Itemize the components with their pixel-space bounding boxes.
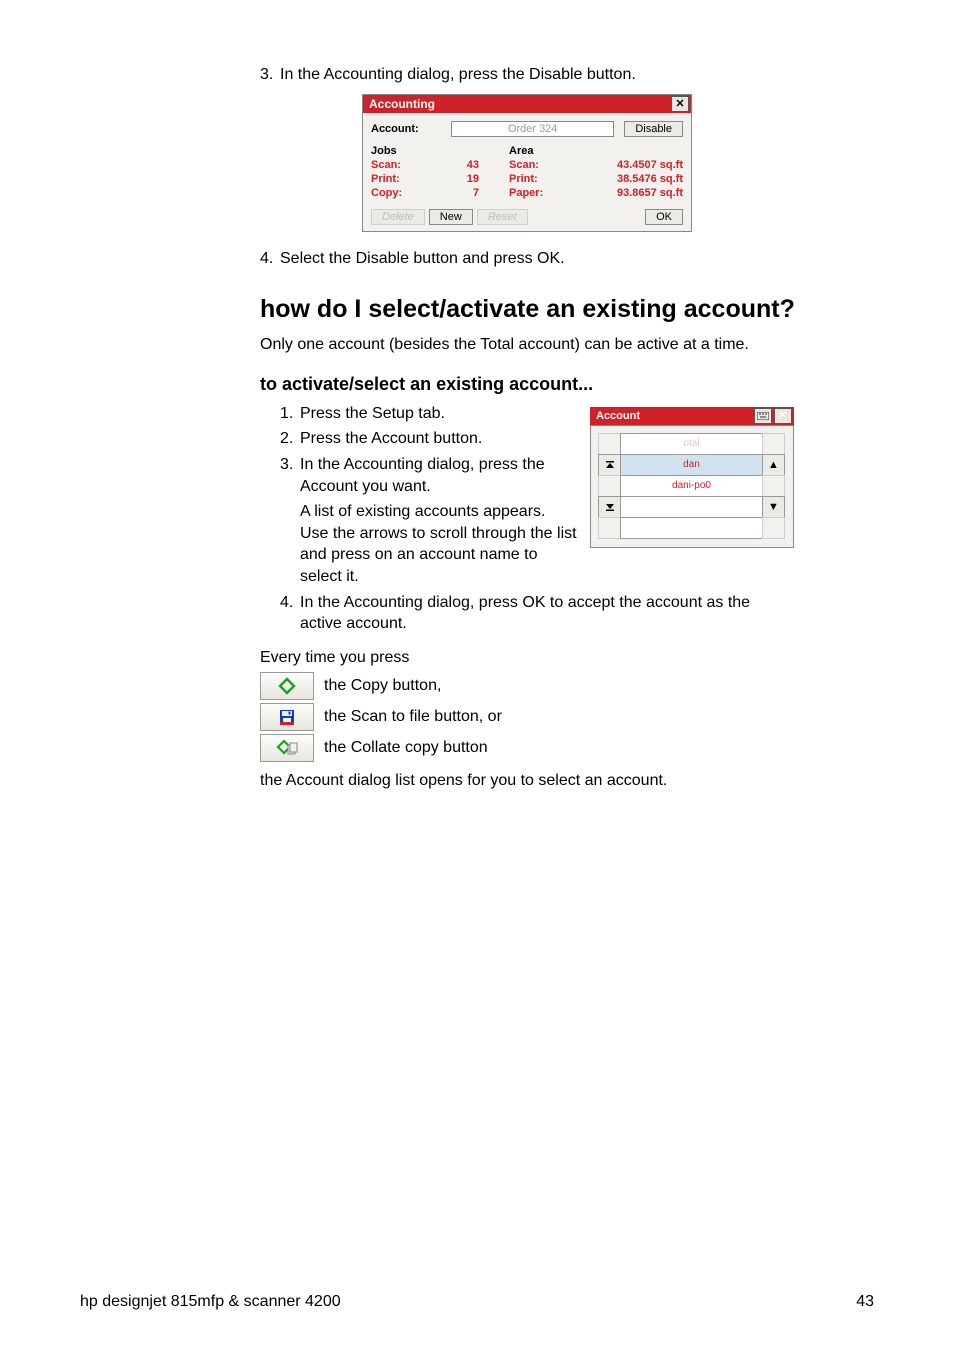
footer-left: hp designjet 815mfp & scanner 4200	[80, 1293, 341, 1311]
scan-area-label: Scan:	[509, 159, 563, 171]
close-icon[interactable]: ✕	[774, 408, 792, 424]
scroll-up-icon[interactable]: ▲	[762, 454, 785, 476]
step-number: 3.	[280, 454, 300, 588]
account-label: Account:	[371, 123, 441, 135]
picker-side-empty	[762, 475, 785, 497]
picker-item[interactable]: otal	[620, 433, 763, 455]
diamond-stack-icon	[276, 739, 298, 757]
print-area-value: 38.5476 sq.ft	[593, 173, 683, 185]
step-text: Press the Account button.	[300, 428, 578, 450]
print-label: Print:	[371, 173, 425, 185]
paper-area-value: 93.8657 sq.ft	[593, 187, 683, 199]
step-text: Select the Disable button and press OK.	[280, 248, 794, 270]
copy-button-label: the Copy button,	[324, 677, 441, 695]
ok-button[interactable]: OK	[645, 209, 683, 225]
print-jobs-value: 19	[455, 173, 479, 185]
picker-item-selected[interactable]: dan	[620, 454, 763, 476]
step-number: 2.	[280, 428, 300, 450]
copy-jobs-value: 7	[455, 187, 479, 199]
diamond-icon	[278, 677, 296, 695]
keyboard-icon[interactable]	[754, 408, 772, 424]
picker-side-empty	[598, 517, 621, 539]
top-steps-list: 3. In the Accounting dialog, press the D…	[260, 64, 794, 86]
reset-button: Reset	[477, 209, 528, 225]
scan-area-value: 43.4507 sq.ft	[593, 159, 683, 171]
step-text: In the Accounting dialog, press OK to ac…	[300, 592, 794, 635]
top-steps-list-cont: 4. Select the Disable button and press O…	[260, 248, 794, 270]
section-heading: how do I select/activate an existing acc…	[260, 295, 874, 324]
area-header: Area	[509, 145, 563, 157]
account-value-field[interactable]: Order 324	[451, 121, 614, 137]
delete-button: Delete	[371, 209, 425, 225]
disable-button[interactable]: Disable	[624, 121, 683, 137]
picker-side-empty	[762, 433, 785, 455]
jobs-header: Jobs	[371, 145, 425, 157]
step-number: 4.	[260, 248, 280, 270]
floppy-disk-icon	[278, 708, 296, 726]
sub-heading: to activate/select an existing account..…	[260, 374, 794, 395]
closing-text: the Account dialog list opens for you to…	[260, 770, 794, 792]
collate-copy-button[interactable]	[260, 734, 314, 762]
print-area-label: Print:	[509, 173, 563, 185]
scan-to-file-button[interactable]	[260, 703, 314, 731]
paper-label: Paper:	[509, 187, 563, 199]
step-text: In the Accounting dialog, press the Disa…	[280, 64, 794, 86]
page-footer: hp designjet 815mfp & scanner 4200 43	[80, 1293, 874, 1311]
account-picker-title: Account	[596, 410, 640, 422]
copy-button-example: the Copy button,	[260, 672, 794, 700]
copy-label: Copy:	[371, 187, 425, 199]
accounting-dialog-titlebar: Accounting ✕	[363, 95, 691, 113]
step-number: 3.	[260, 64, 280, 86]
accounting-dialog-title: Accounting	[369, 97, 435, 111]
scroll-bottom-icon[interactable]	[598, 496, 621, 518]
picker-side-empty	[598, 475, 621, 497]
scroll-top-icon[interactable]	[598, 454, 621, 476]
step-text: Press the Setup tab.	[300, 403, 578, 425]
scroll-down-icon[interactable]: ▼	[762, 496, 785, 518]
close-icon[interactable]: ✕	[671, 96, 689, 112]
section-intro: Only one account (besides the Total acco…	[260, 334, 794, 356]
every-time-text: Every time you press	[260, 647, 794, 669]
step-subtext: A list of existing accounts appears. Use…	[300, 501, 578, 587]
scan-button-example: the Scan to file button, or	[260, 703, 794, 731]
picker-side-empty	[762, 517, 785, 539]
picker-item[interactable]: dani-po0	[620, 475, 763, 497]
picker-side-empty	[598, 433, 621, 455]
collate-button-example: the Collate copy button	[260, 734, 794, 762]
account-picker-popup: Account ✕ otal dan	[590, 407, 794, 548]
picker-item[interactable]	[620, 517, 763, 539]
scan-jobs-value: 43	[455, 159, 479, 171]
footer-page-number: 43	[856, 1293, 874, 1311]
step-number: 4.	[280, 592, 300, 635]
collate-button-label: the Collate copy button	[324, 739, 488, 757]
copy-button[interactable]	[260, 672, 314, 700]
step-number: 1.	[280, 403, 300, 425]
picker-item[interactable]	[620, 496, 763, 518]
new-button[interactable]: New	[429, 209, 473, 225]
scan-button-label: the Scan to file button, or	[324, 708, 502, 726]
accounting-dialog: Accounting ✕ Account: Order 324 Disable …	[362, 94, 692, 232]
step-text: In the Accounting dialog, press the Acco…	[300, 456, 545, 495]
scan-label: Scan:	[371, 159, 425, 171]
